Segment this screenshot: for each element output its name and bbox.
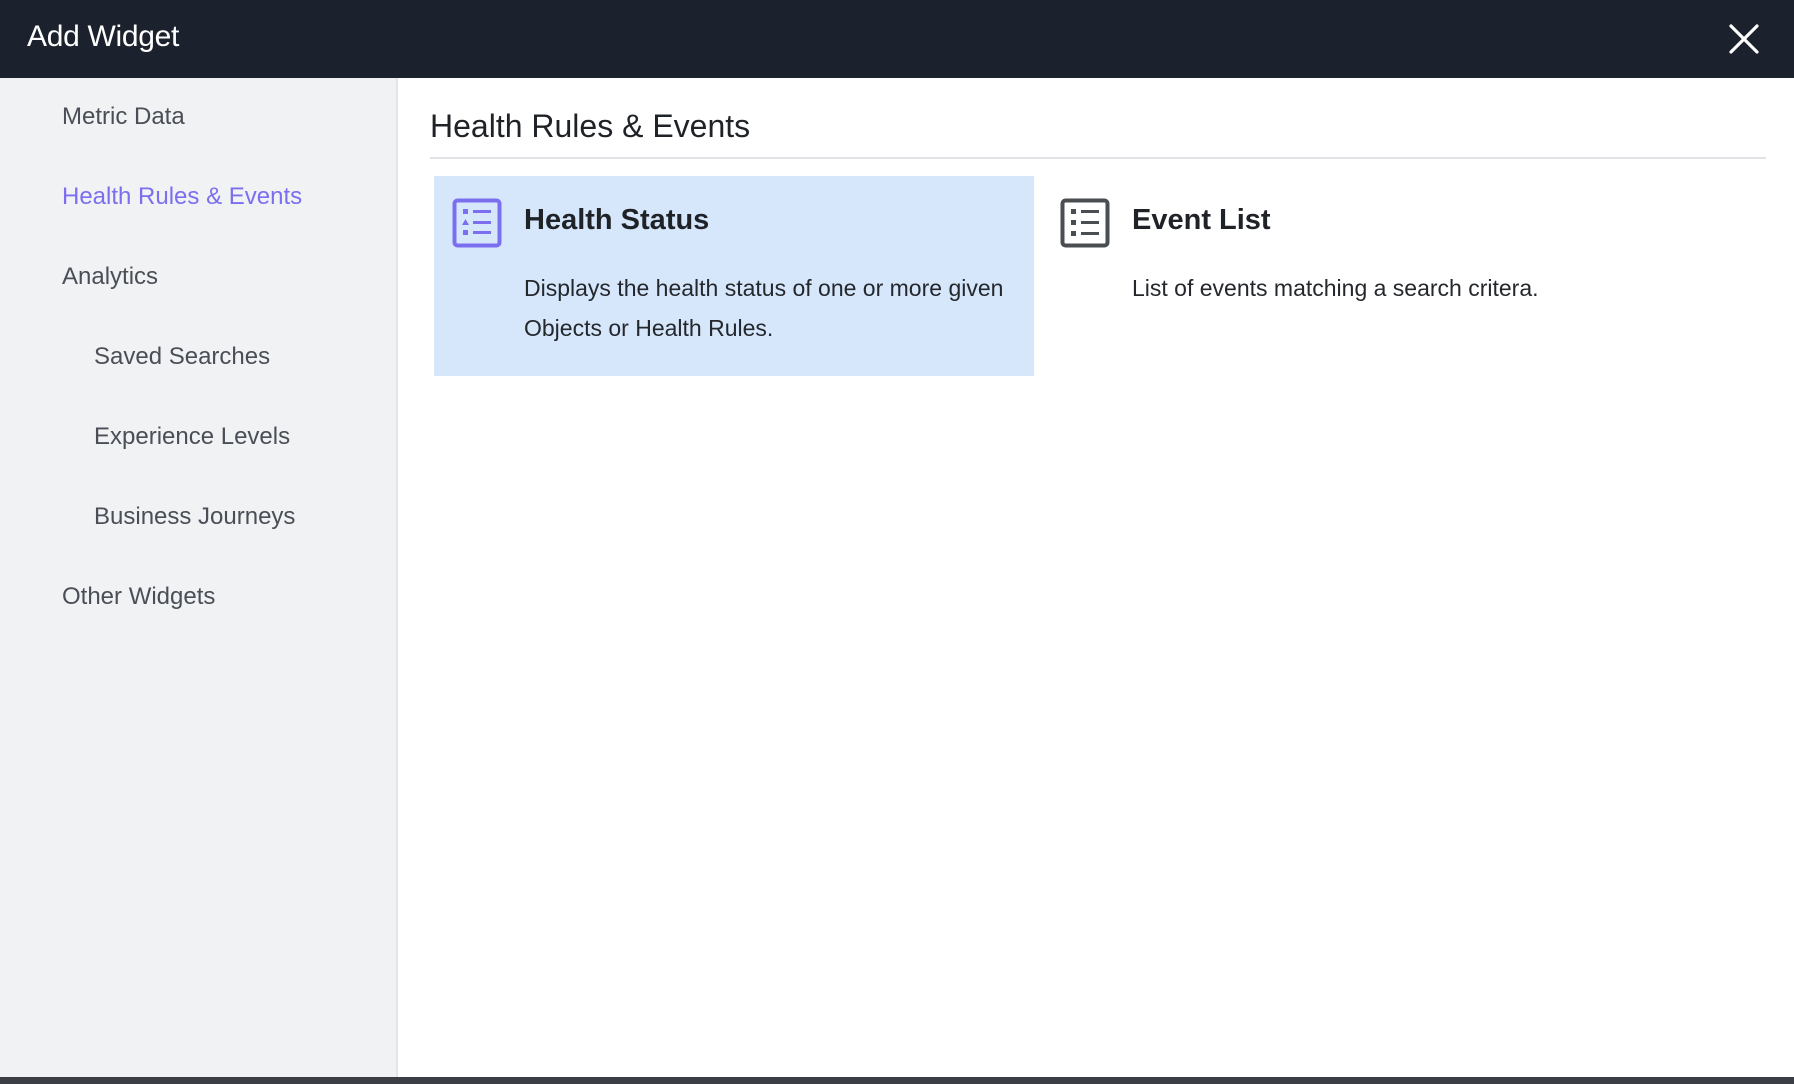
section-title: Health Rules & Events — [430, 108, 751, 144]
sidebar-item-business-journeys[interactable]: Business Journeys — [94, 502, 295, 532]
sidebar-item-health-rules-events[interactable]: Health Rules & Events — [62, 182, 302, 212]
widget-panel: Health Rules & Events Health Status Disp… — [398, 78, 1794, 1077]
sidebar-item-analytics[interactable]: Analytics — [62, 262, 158, 292]
widget-card-title: Event List — [1132, 204, 1271, 236]
dialog-title: Add Widget — [27, 20, 180, 53]
close-button[interactable] — [1724, 19, 1764, 59]
close-icon — [1729, 24, 1759, 54]
health-status-list-icon — [452, 198, 502, 248]
sidebar-item-other-widgets[interactable]: Other Widgets — [62, 582, 215, 612]
event-list-icon — [1060, 198, 1110, 248]
sidebar-item-saved-searches[interactable]: Saved Searches — [94, 342, 270, 372]
dialog-bottom-edge — [0, 1077, 1794, 1084]
add-widget-dialog: Add Widget Metric Data Health Rules & Ev… — [0, 0, 1794, 1084]
section-divider — [430, 157, 1766, 159]
widget-card-title: Health Status — [524, 204, 710, 236]
widget-card-description: Displays the health status of one or mor… — [524, 275, 1004, 341]
widget-category-sidebar: Metric Data Health Rules & Events Analyt… — [0, 78, 398, 1077]
sidebar-item-metric-data[interactable]: Metric Data — [62, 102, 185, 132]
widget-card-event-list[interactable]: Event List List of events matching a sea… — [1042, 176, 1742, 376]
widget-card-description: List of events matching a search critera… — [1132, 275, 1539, 301]
dialog-titlebar: Add Widget — [0, 0, 1794, 78]
sidebar-item-experience-levels[interactable]: Experience Levels — [94, 422, 290, 452]
widget-card-health-status[interactable]: Health Status Displays the health status… — [434, 176, 1034, 376]
